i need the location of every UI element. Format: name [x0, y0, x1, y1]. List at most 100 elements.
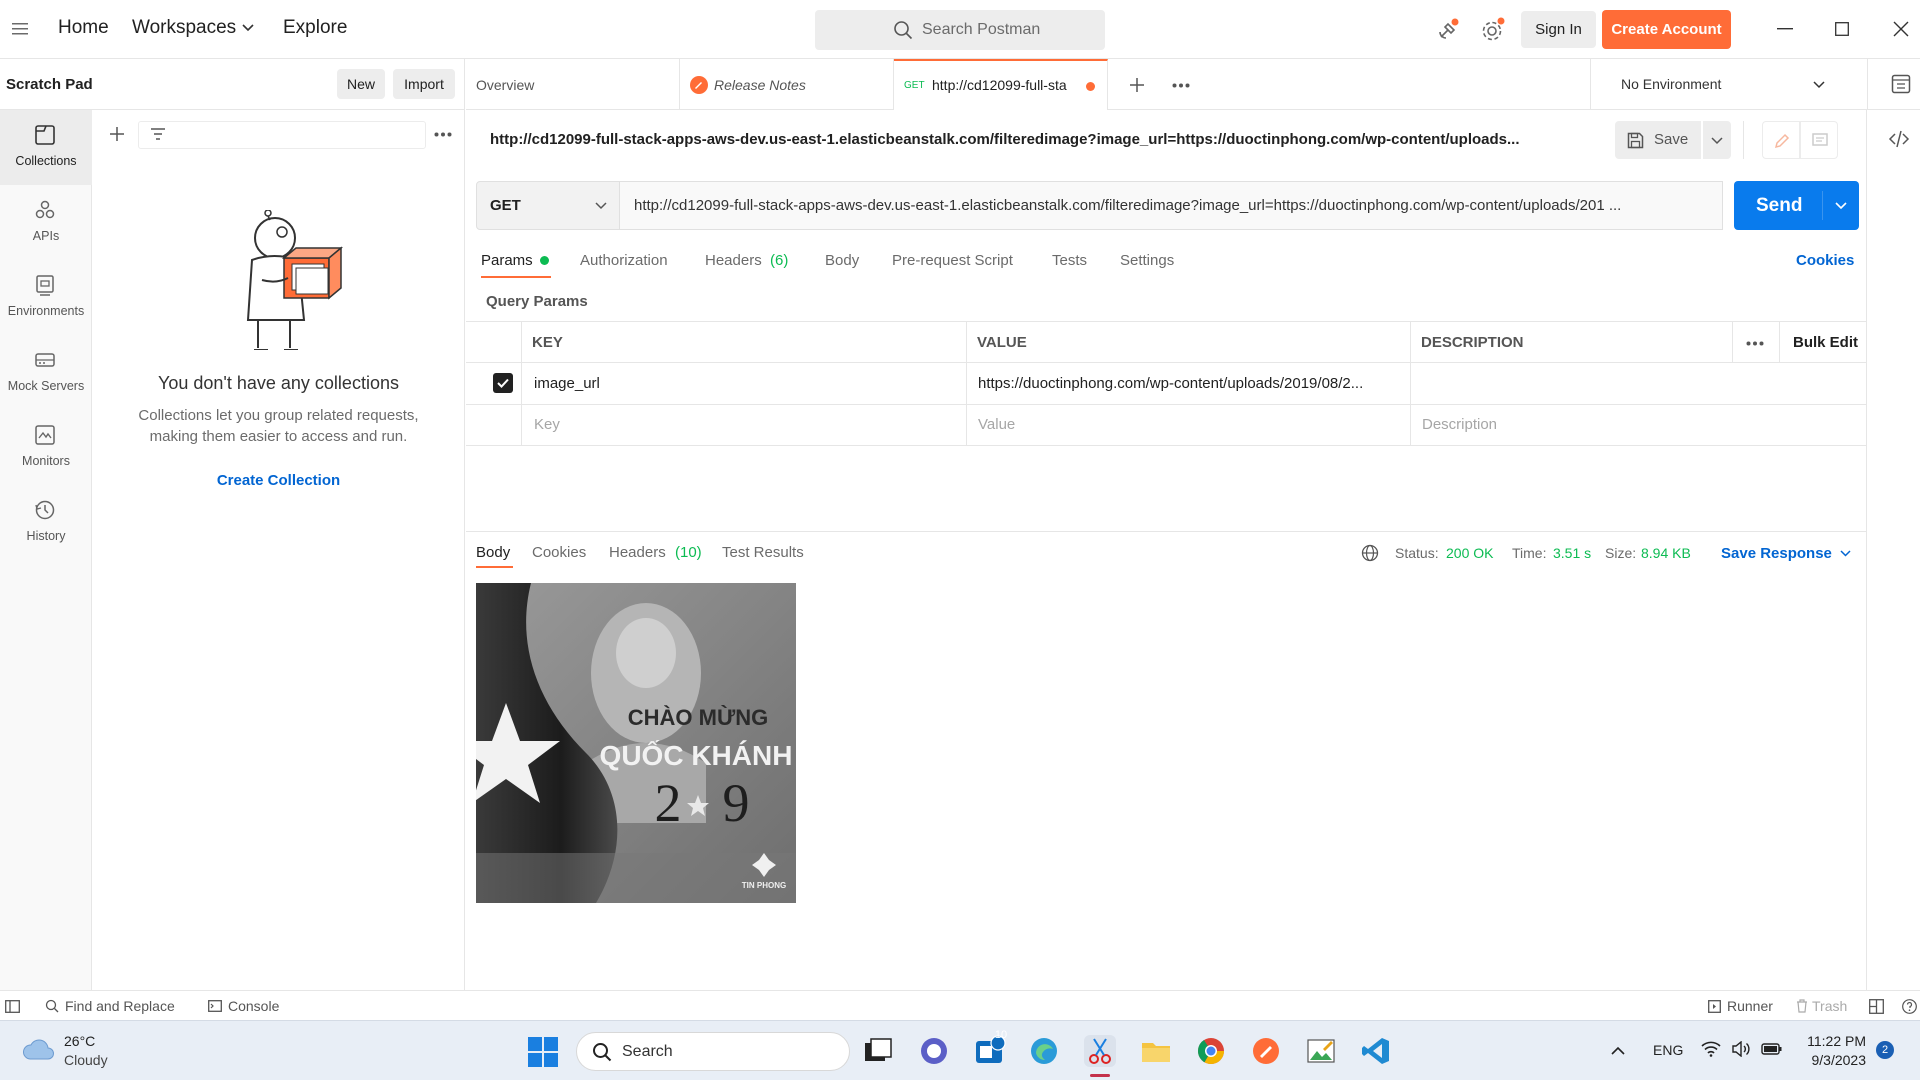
nav-explore[interactable]: Explore [283, 17, 347, 39]
trash-button[interactable]: Trash [1812, 998, 1847, 1014]
volume-icon[interactable] [1731, 1041, 1751, 1057]
new-button[interactable]: New [337, 69, 385, 99]
response-tab-body[interactable]: Body [476, 544, 510, 561]
response-tab-test-results[interactable]: Test Results [722, 544, 804, 561]
import-button[interactable]: Import [393, 69, 455, 99]
empty-state-desc-1: Collections let you group related reques… [138, 407, 419, 424]
send-button[interactable]: Send [1734, 181, 1859, 230]
save-options-button[interactable] [1703, 121, 1731, 159]
teams-chat-icon[interactable] [918, 1035, 950, 1067]
taskbar-search-label: Search [622, 1043, 673, 1060]
row-checkbox[interactable] [493, 373, 513, 393]
console-button[interactable]: Console [228, 998, 279, 1014]
response-tab-cookies[interactable]: Cookies [532, 544, 586, 561]
column-options-icon[interactable] [1746, 341, 1764, 346]
sidebar-item-collections[interactable]: Collections [0, 110, 92, 185]
sidebar-item-history[interactable]: History [0, 485, 92, 560]
toggle-sidebar-icon[interactable] [5, 1000, 20, 1013]
response-tab-headers[interactable]: Headers [609, 544, 666, 561]
edit-pencil-icon[interactable] [1762, 121, 1800, 159]
bulk-edit-button[interactable]: Bulk Edit [1793, 334, 1858, 351]
code-snippet-icon[interactable] [1888, 130, 1910, 148]
task-view-icon[interactable] [862, 1035, 894, 1067]
value-placeholder[interactable]: Value [978, 416, 1015, 433]
time-value[interactable]: 3.51 s [1553, 545, 1591, 561]
tab-settings[interactable]: Settings [1120, 252, 1174, 269]
sidebar-item-label: Mock Servers [7, 379, 85, 393]
vscode-icon[interactable] [1360, 1035, 1392, 1067]
image-editor-icon[interactable] [1305, 1035, 1337, 1067]
chevron-up-icon[interactable] [1611, 1046, 1625, 1055]
notification-badge[interactable]: 2 [1876, 1041, 1894, 1059]
tab-body[interactable]: Body [825, 252, 859, 269]
new-tab-icon[interactable] [1129, 77, 1145, 93]
key-placeholder[interactable]: Key [534, 416, 560, 433]
request-title[interactable]: http://cd12099-full-stack-apps-aws-dev.u… [490, 131, 1570, 148]
tab-active-request[interactable]: GET http://cd12099-full-sta [894, 59, 1108, 110]
globe-icon[interactable] [1361, 544, 1379, 562]
two-pane-view-icon[interactable] [1869, 999, 1884, 1014]
more-options-icon[interactable] [434, 132, 452, 137]
url-input[interactable]: http://cd12099-full-stack-apps-aws-dev.u… [620, 181, 1723, 230]
param-key[interactable]: image_url [534, 375, 600, 392]
tab-release-notes[interactable]: Release Notes [680, 59, 894, 110]
tab-tests[interactable]: Tests [1052, 252, 1087, 269]
environment-quick-look-icon[interactable] [1891, 74, 1911, 94]
create-collection-link[interactable]: Create Collection [92, 472, 465, 489]
edge-browser-icon[interactable] [1028, 1035, 1060, 1067]
description-placeholder[interactable]: Description [1422, 416, 1497, 433]
wifi-icon[interactable] [1701, 1041, 1721, 1057]
cookies-link[interactable]: Cookies [1796, 252, 1854, 269]
help-icon[interactable] [1902, 999, 1917, 1014]
snipping-tool-icon[interactable] [1084, 1035, 1116, 1067]
tab-pre-request-script[interactable]: Pre-request Script [892, 252, 1013, 269]
nav-home[interactable]: Home [58, 17, 109, 39]
comments-icon[interactable] [1800, 121, 1838, 159]
environment-select[interactable]: No Environment [1591, 59, 1851, 110]
collections-search-input[interactable] [138, 121, 426, 149]
file-explorer-icon[interactable] [1140, 1035, 1172, 1067]
tab-options-icon[interactable] [1172, 83, 1190, 88]
runner-button[interactable]: Runner [1727, 998, 1773, 1014]
sign-in-button[interactable]: Sign In [1521, 11, 1596, 48]
clock-time[interactable]: 11:22 PM [1802, 1033, 1866, 1049]
tab-label: Release Notes [714, 77, 806, 93]
satellite-icon[interactable] [1436, 18, 1460, 42]
create-account-button[interactable]: Create Account [1602, 10, 1731, 49]
active-tab-underline [481, 276, 551, 278]
close-icon[interactable] [1893, 21, 1909, 37]
size-value[interactable]: 8.94 KB [1641, 545, 1691, 561]
settings-gear-icon[interactable] [1480, 17, 1506, 43]
language-indicator[interactable]: ENG [1653, 1042, 1683, 1058]
search-postman-input[interactable]: Search Postman [815, 10, 1105, 50]
sidebar-item-environments[interactable]: Environments [0, 260, 92, 335]
save-button[interactable]: Save [1615, 121, 1701, 159]
method-select[interactable]: GET [476, 181, 620, 230]
tab-overview[interactable]: Overview [466, 59, 680, 110]
chrome-browser-icon[interactable] [1195, 1035, 1227, 1067]
tab-params[interactable]: Params [481, 252, 533, 269]
environments-icon [34, 274, 56, 296]
param-value[interactable]: https://duoctinphong.com/wp-content/uplo… [978, 375, 1403, 392]
save-response-button[interactable]: Save Response [1721, 545, 1832, 562]
nav-workspaces[interactable]: Workspaces [132, 17, 236, 39]
save-label: Save [1654, 131, 1689, 148]
chevron-down-icon [595, 202, 607, 210]
taskbar-search[interactable]: Search [576, 1032, 850, 1071]
tab-authorization[interactable]: Authorization [580, 252, 668, 269]
minimize-icon[interactable] [1777, 28, 1793, 30]
empty-state-title: You don't have any collections [158, 373, 399, 393]
windows-start-icon[interactable] [528, 1037, 558, 1067]
add-icon[interactable] [109, 126, 125, 142]
tab-headers[interactable]: Headers [705, 252, 762, 269]
sidebar-item-mock-servers[interactable]: Mock Servers [0, 335, 92, 410]
sidebar-item-monitors[interactable]: Monitors [0, 410, 92, 485]
battery-icon[interactable] [1761, 1041, 1783, 1057]
status-value[interactable]: 200 OK [1446, 545, 1493, 561]
menu-icon[interactable] [12, 22, 28, 36]
sidebar-item-apis[interactable]: APIs [0, 185, 92, 260]
find-and-replace-button[interactable]: Find and Replace [65, 998, 175, 1014]
weather-temp[interactable]: 26°C [64, 1033, 95, 1049]
maximize-icon[interactable] [1835, 22, 1849, 36]
postman-app-icon[interactable] [1250, 1035, 1282, 1067]
